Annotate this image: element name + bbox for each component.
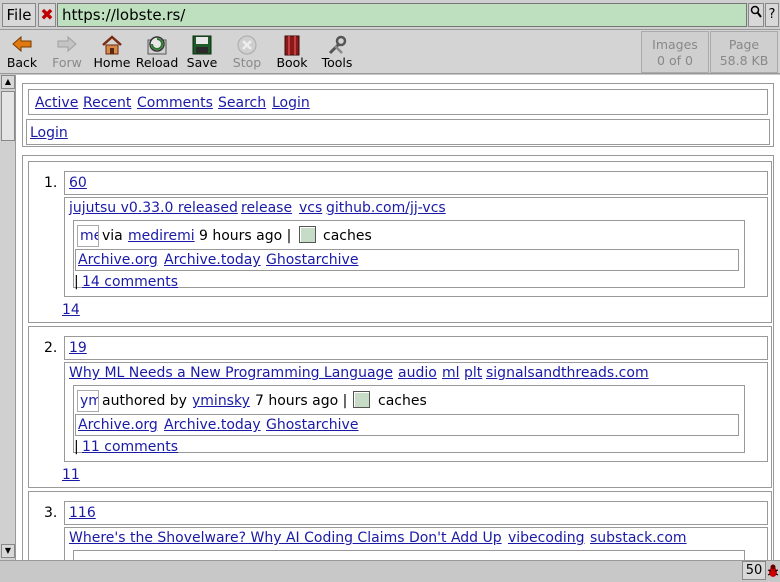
story-tag[interactable]: vcs (299, 199, 322, 217)
login-link[interactable]: Login (30, 124, 68, 142)
file-menu-button[interactable]: File (2, 3, 36, 27)
nav-login-link[interactable]: Login (272, 94, 310, 112)
ghostarchive-link[interactable]: Ghostarchive (266, 416, 358, 434)
back-arrow-icon (0, 34, 44, 56)
tools-button[interactable]: Tools (315, 32, 359, 72)
story-item: 1. 60 jujutsu v0.33.0 released release v… (28, 161, 772, 323)
reload-icon (135, 34, 179, 56)
story-comments-link[interactable]: 11 comments (82, 438, 178, 456)
score-box: 60 (64, 171, 768, 195)
status-count: 50 (742, 561, 766, 580)
bug-icon[interactable] (766, 563, 780, 579)
story-time: 9 hours ago | (199, 228, 292, 244)
story-user-link[interactable]: mediremi (128, 227, 195, 245)
reload-button[interactable]: Reload (135, 32, 179, 72)
nav-active-link[interactable]: Active (35, 94, 78, 112)
bookmark-icon (270, 34, 314, 56)
forward-button[interactable]: Forw (45, 32, 89, 72)
story-rank: 3. (44, 505, 58, 521)
ghostarchive-link[interactable]: Ghostarchive (266, 251, 358, 269)
scroll-down-arrow-icon[interactable]: ▼ (1, 544, 15, 558)
byline-prefix: via (102, 228, 123, 244)
caches-label: caches (323, 228, 372, 244)
stop-button[interactable]: Stop (225, 32, 269, 72)
story-score[interactable]: 116 (69, 504, 96, 522)
story-details: Why ML Needs a New Programming Language … (64, 362, 768, 462)
story-tag[interactable]: audio (398, 364, 437, 382)
story-domain[interactable]: github.com/jj-vcs (326, 199, 446, 217)
comment-count-link[interactable]: 14 (62, 301, 80, 319)
home-button[interactable]: Home (90, 32, 134, 72)
story-tag[interactable]: plt (464, 364, 482, 382)
page-viewport: Active Recent Comments Search Login Logi… (16, 75, 780, 560)
archive-org-link[interactable]: Archive.org (78, 416, 158, 434)
story-tag[interactable]: release (241, 199, 292, 217)
story-rank: 2. (44, 340, 58, 356)
story-details: Where's the Shovelware? Why AI Coding Cl… (64, 527, 768, 560)
search-icon[interactable] (748, 3, 764, 27)
url-input[interactable]: https://lobste.rs/ (57, 3, 747, 27)
page-size-status: Page 58.8 KB (710, 31, 778, 73)
archive-today-link[interactable]: Archive.today (164, 251, 261, 269)
byline-box: me via mediremi 9 hours ago | caches Arc… (73, 220, 745, 291)
url-bar: File ✖ https://lobste.rs/ ? (0, 0, 780, 30)
nav-search-link[interactable]: Search (218, 94, 266, 112)
forward-arrow-icon (45, 34, 89, 56)
status-bar: 50 (0, 560, 780, 580)
story-title-link[interactable]: Why ML Needs a New Programming Language (69, 364, 393, 382)
bookmark-button[interactable]: Book (270, 32, 314, 72)
score-box: 116 (64, 501, 768, 525)
score-box: 19 (64, 336, 768, 360)
cache-checkbox[interactable] (299, 226, 316, 245)
story-user-link[interactable]: yminsky (192, 392, 250, 410)
save-icon (180, 34, 224, 56)
scroll-thumb[interactable] (1, 91, 15, 141)
story-title-link[interactable]: jujutsu v0.33.0 released (69, 199, 238, 217)
byline-box: ym authored by yminsky 7 hours ago | cac… (73, 385, 745, 456)
archive-today-link[interactable]: Archive.today (164, 416, 261, 434)
byline-prefix: authored by (102, 393, 187, 409)
comment-count-link[interactable]: 11 (62, 466, 80, 484)
story-title-link[interactable]: Where's the Shovelware? Why AI Coding Cl… (69, 529, 502, 547)
story-domain[interactable]: signalsandthreads.com (486, 364, 649, 382)
comments-separator: | (74, 439, 79, 455)
images-status: Images 0 of 0 (641, 31, 709, 73)
toolbar: Back Forw Home Reload Save Stop Book Too… (0, 30, 780, 74)
archive-links: Archive.org Archive.today Ghostarchive (75, 414, 739, 436)
nav-comments-link[interactable]: Comments (137, 94, 213, 112)
story-tag[interactable]: vibecoding (508, 529, 584, 547)
story-domain[interactable]: substack.com (590, 529, 687, 547)
nav-recent-link[interactable]: Recent (83, 94, 131, 112)
home-icon (90, 34, 134, 56)
story-comments-link[interactable]: 14 comments (82, 273, 178, 291)
archive-org-link[interactable]: Archive.org (78, 251, 158, 269)
story-score[interactable]: 19 (69, 339, 87, 357)
nav-bar: Active Recent Comments Search Login (28, 89, 768, 115)
story-rank: 1. (44, 175, 58, 191)
story-time: 7 hours ago | (255, 393, 348, 409)
byline-box (73, 550, 745, 560)
caches-label: caches (378, 393, 427, 409)
comments-separator: | (74, 274, 79, 290)
cache-checkbox[interactable] (353, 391, 370, 410)
story-item: 3. 116 Where's the Shovelware? Why AI Co… (28, 491, 772, 560)
avatar[interactable]: me (77, 225, 99, 247)
avatar[interactable]: ym (77, 390, 99, 412)
login-bar: Login (26, 119, 770, 145)
stop-icon (225, 34, 269, 56)
back-button[interactable]: Back (0, 32, 44, 72)
story-score[interactable]: 60 (69, 174, 87, 192)
scroll-up-arrow-icon[interactable]: ▲ (1, 75, 15, 89)
story-details: jujutsu v0.33.0 released release vcs git… (64, 197, 768, 297)
close-icon[interactable]: ✖ (38, 3, 56, 27)
save-button[interactable]: Save (180, 32, 224, 72)
archive-links: Archive.org Archive.today Ghostarchive (75, 249, 739, 271)
story-item: 2. 19 Why ML Needs a New Programming Lan… (28, 326, 772, 488)
story-tag[interactable]: ml (442, 364, 460, 382)
tools-icon (315, 34, 359, 56)
help-icon[interactable]: ? (765, 3, 779, 27)
vertical-scrollbar[interactable]: ▲ ▼ (0, 75, 16, 560)
